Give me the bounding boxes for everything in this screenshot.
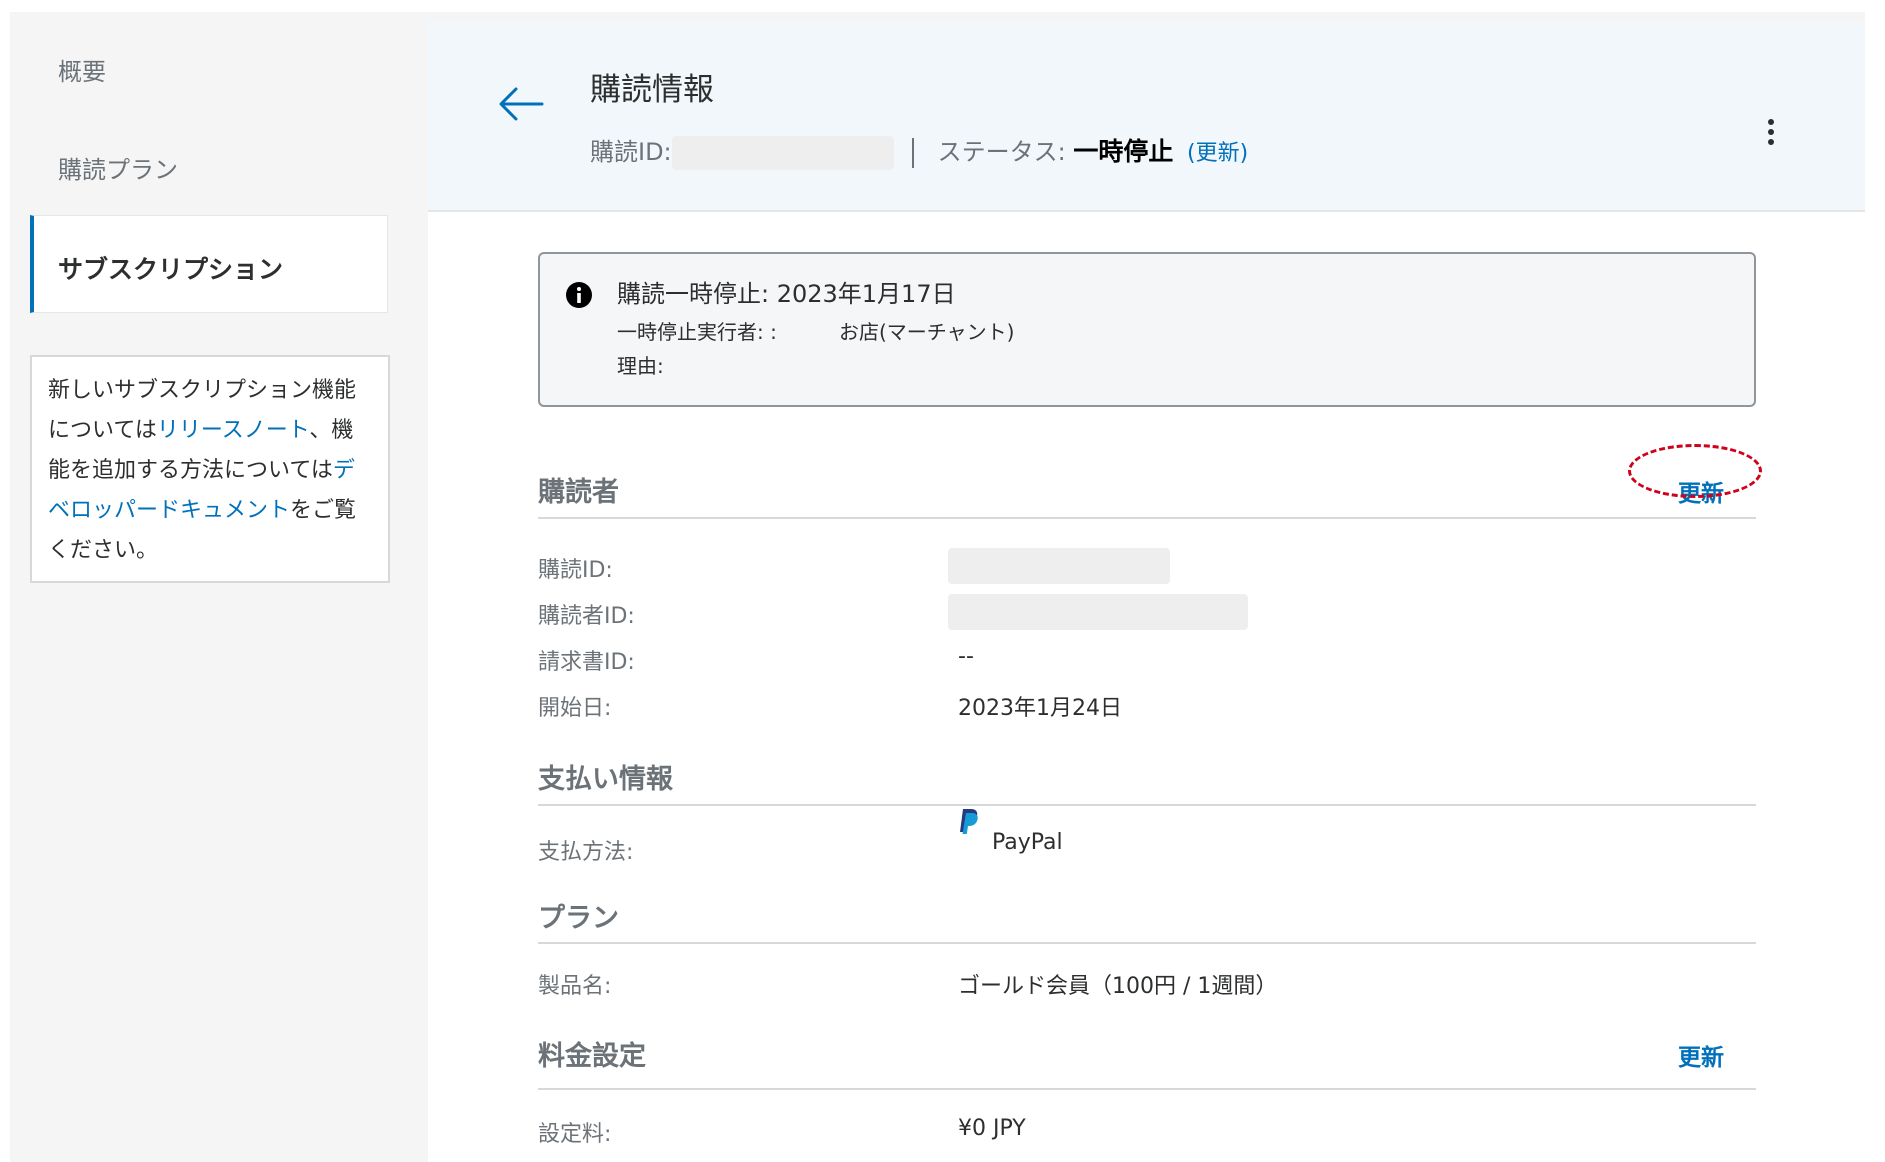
- header-subline: 購読ID: ステータス: 一時停止 (更新): [590, 132, 1248, 170]
- paused-by-row: 一時停止実行者: : お店(マーチャント): [617, 316, 1014, 345]
- product-name-value: ゴールド会員（100円 / 1週間）: [958, 974, 1278, 999]
- sidebar-item-overview[interactable]: 概要: [58, 52, 106, 87]
- subscriber-section-title: 購読者: [538, 477, 619, 508]
- kebab-menu-icon[interactable]: [1763, 118, 1779, 146]
- highlight-annotation: [1628, 444, 1762, 498]
- start-date-value: 2023年1月24日: [958, 696, 1122, 721]
- pricing-update-button[interactable]: 更新: [1678, 1038, 1724, 1072]
- section-divider: [538, 804, 1756, 806]
- subscriber-id-redacted: [948, 594, 1248, 630]
- pause-alert: 購読一時停止: 2023年1月17日 一時停止実行者: : お店(マーチャント)…: [538, 252, 1756, 407]
- subscription-id-redacted: [948, 548, 1170, 584]
- release-notes-link[interactable]: リリースノート: [157, 418, 309, 443]
- subscription-id-label: 購読ID:: [590, 138, 672, 166]
- sidebar-item-subscriptions[interactable]: サブスクリプション: [30, 215, 388, 313]
- status-update-link[interactable]: (更新): [1187, 141, 1248, 166]
- subscriber-id-row-label: 購読者ID:: [538, 604, 635, 629]
- status-label: ステータス:: [937, 138, 1066, 166]
- section-divider: [538, 1088, 1756, 1090]
- paypal-icon: [960, 809, 978, 834]
- reason-label: 理由:: [617, 354, 664, 378]
- main-panel: 購読情報 購読ID: ステータス: 一時停止 (更新) 購読一時停止: 2023年…: [428, 22, 1865, 1162]
- paused-by-label: 一時停止実行者: :: [617, 320, 777, 344]
- paused-by-value: お店(マーチャント): [839, 320, 1015, 344]
- subscription-id-row-label: 購読ID:: [538, 558, 613, 583]
- plan-section-title: プラン: [538, 903, 619, 934]
- subscription-id-redacted: [671, 136, 894, 170]
- section-divider: [538, 942, 1756, 944]
- status-value: 一時停止: [1073, 137, 1174, 166]
- setup-fee-label: 設定料:: [538, 1122, 612, 1147]
- product-name-label: 製品名:: [538, 974, 612, 999]
- sidebar-item-label: サブスクリプション: [58, 255, 284, 284]
- section-divider: [538, 517, 1756, 519]
- payment-method-label: 支払方法:: [538, 840, 634, 865]
- payment-method-value: PayPal: [992, 830, 1063, 855]
- invoice-id-label: 請求書ID:: [538, 650, 635, 675]
- subscription-header: 購読情報 購読ID: ステータス: 一時停止 (更新): [428, 22, 1865, 212]
- alert-title: 購読一時停止: 2023年1月17日: [617, 280, 956, 308]
- sidebar-item-plans[interactable]: 購読プラン: [58, 150, 178, 185]
- pricing-section-title: 料金設定: [538, 1041, 646, 1072]
- header-separator: [911, 138, 914, 168]
- setup-fee-value: ¥0 JPY: [958, 1116, 1026, 1141]
- start-date-label: 開始日:: [538, 696, 612, 721]
- back-arrow-icon[interactable]: [498, 84, 544, 124]
- page-title: 購読情報: [590, 72, 714, 108]
- info-icon: [566, 282, 592, 308]
- sidebar-notice: 新しいサブスクリプション機能についてはリリースノート、機能を追加する方法について…: [30, 355, 390, 583]
- payment-section-title: 支払い情報: [538, 764, 673, 795]
- invoice-id-value: --: [958, 644, 974, 669]
